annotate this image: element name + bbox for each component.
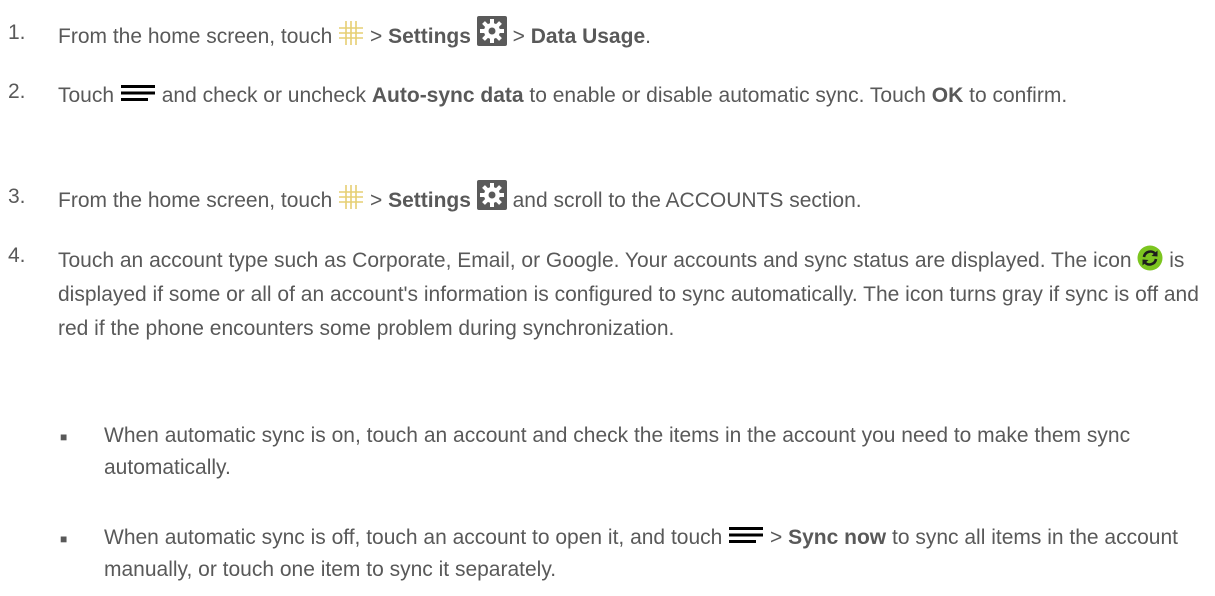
step-text: From the home screen, touch > Settings [58,180,1208,217]
step-text: From the home screen, touch > Settings [58,16,1208,53]
menu-icon [120,83,156,103]
apps-grid-icon [338,20,364,46]
step-number: 3. [8,185,26,208]
sync-icon [1137,245,1163,271]
bullet-text: When automatic sync is on, touch an acco… [104,424,1131,479]
menu-icon [728,525,764,545]
data-usage-label: Data Usage [530,25,646,48]
step-text: Touch an account type such as Corporate,… [58,244,1208,346]
step-number: 4. [8,244,26,267]
ok-label: OK [931,84,964,107]
step-number: 2. [8,80,26,103]
sync-now-label: Sync now [788,526,887,549]
bullet-marker: ■ [60,532,68,546]
bullet-marker: ■ [60,430,68,444]
apps-grid-icon [338,184,364,210]
settings-label: Settings [388,25,471,48]
bullet-text: When automatic sync is off, touch an acc… [104,525,1178,581]
step-number: 1. [8,21,26,44]
step-text: Touch and check or uncheck Auto-sync dat… [58,83,1068,107]
settings-gear-icon [476,16,507,47]
settings-label: Settings [388,189,471,212]
settings-gear-icon [476,180,507,211]
auto-sync-label: Auto-sync data [371,84,524,107]
